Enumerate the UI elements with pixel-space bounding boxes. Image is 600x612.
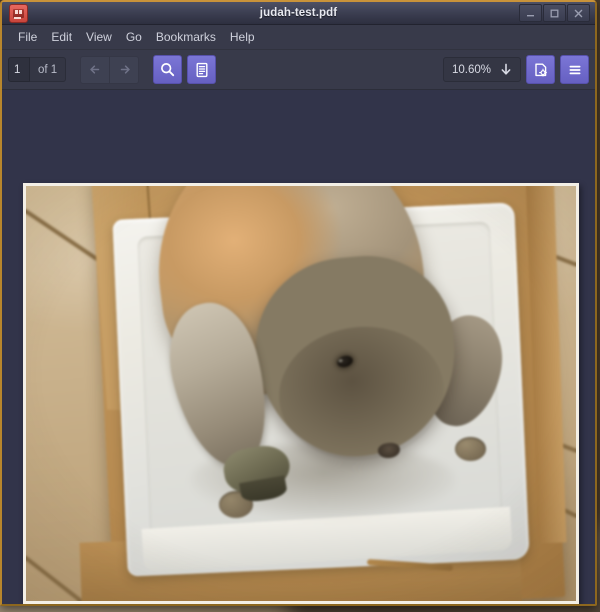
menu-item-bookmarks[interactable]: Bookmarks: [149, 28, 223, 46]
document-viewer-window: judah-test.pdf File Edit View Go Bookmar…: [0, 0, 597, 606]
page-number-input[interactable]: 1: [8, 57, 30, 82]
menu-item-go[interactable]: Go: [119, 28, 149, 46]
document-page[interactable]: [23, 183, 579, 604]
menu-item-view[interactable]: View: [79, 28, 119, 46]
titlebar[interactable]: judah-test.pdf: [2, 2, 595, 25]
menu-item-help[interactable]: Help: [223, 28, 262, 46]
document-outline-icon[interactable]: [187, 55, 217, 84]
atril-document-viewer-icon: [9, 3, 28, 23]
arrow-down-icon[interactable]: [500, 63, 512, 76]
menu-item-file[interactable]: File: [11, 28, 44, 46]
maximize-icon[interactable]: [543, 4, 566, 22]
toolbar: 1 of 1 10.60%: [2, 50, 595, 90]
page-photograph: [26, 186, 576, 601]
page-navigation-group: [80, 55, 140, 84]
window-title: judah-test.pdf: [259, 7, 338, 19]
desktop-background: judah-test.pdf File Edit View Go Bookmar…: [0, 0, 600, 612]
document-viewport[interactable]: [2, 90, 595, 604]
zoom-level-value: 10.60%: [451, 63, 491, 76]
menubar: File Edit View Go Bookmarks Help: [2, 25, 595, 50]
zoom-control[interactable]: 10.60%: [442, 57, 521, 82]
page-properties-icon[interactable]: [526, 55, 555, 84]
search-icon[interactable]: [153, 55, 183, 84]
menu-item-edit[interactable]: Edit: [44, 28, 79, 46]
window-controls: [518, 4, 593, 22]
close-icon[interactable]: [567, 4, 590, 22]
next-page-button[interactable]: [109, 55, 140, 84]
page-total-label: of 1: [30, 57, 67, 82]
minimize-icon[interactable]: [519, 4, 542, 22]
hamburger-menu-icon[interactable]: [560, 55, 589, 84]
rabbit: [26, 186, 576, 601]
previous-page-button[interactable]: [80, 55, 110, 84]
